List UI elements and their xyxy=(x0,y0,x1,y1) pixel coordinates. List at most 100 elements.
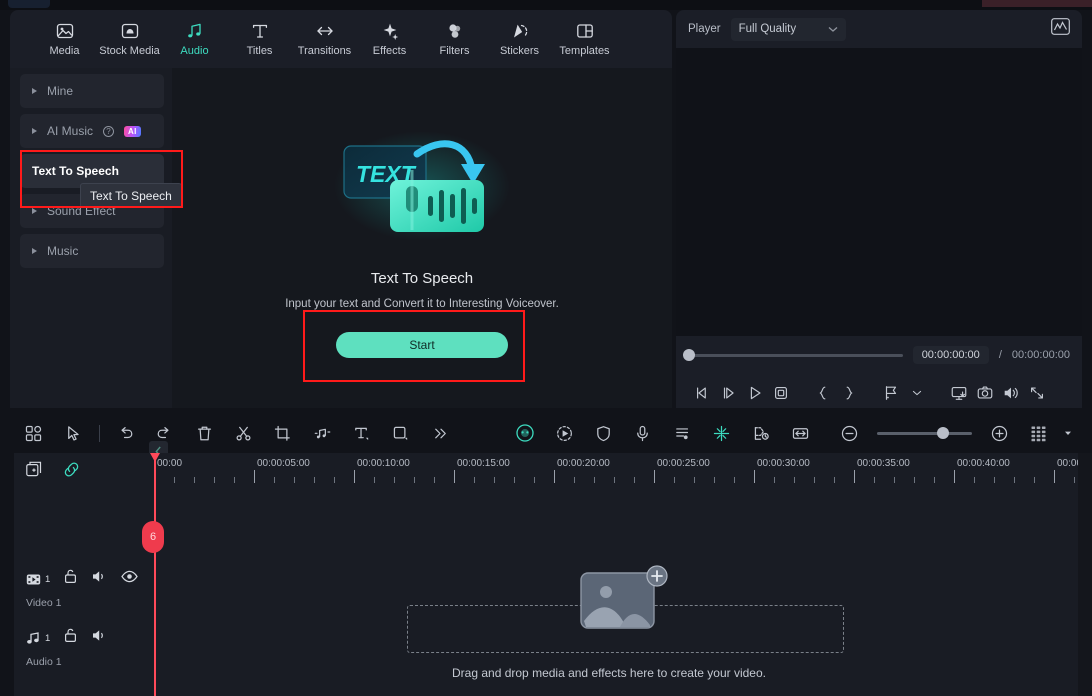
tab-transitions[interactable]: Transitions xyxy=(292,13,357,65)
timeline-zoom-handle[interactable] xyxy=(937,427,950,439)
ruler-minor-tick xyxy=(314,477,315,483)
tool-green-screen[interactable] xyxy=(702,418,741,448)
tool-text-tool[interactable] xyxy=(342,418,381,448)
preview-player-panel: Player Full Quality 00:00:00:00 / 00:00:… xyxy=(676,10,1082,408)
player-mark-in-button[interactable] xyxy=(810,381,836,405)
tool-more-chevrons[interactable] xyxy=(421,418,460,448)
tool-grid-layout[interactable] xyxy=(14,418,53,448)
eye-visible-icon[interactable] xyxy=(121,570,139,588)
lock-icon[interactable] xyxy=(64,569,77,589)
lock-icon[interactable] xyxy=(64,628,77,648)
titles-t-icon xyxy=(250,21,270,41)
ruler-label: 00:00:10:00 xyxy=(357,458,410,469)
player-stop-button[interactable] xyxy=(768,381,794,405)
link-chain-icon[interactable] xyxy=(63,461,80,483)
timeline-zoom-slider[interactable] xyxy=(877,427,972,439)
track-controls-video: 1 xyxy=(14,569,140,589)
player-prev-frame-button[interactable] xyxy=(690,381,716,405)
ruler-major-tick xyxy=(654,470,655,483)
window-right-nub xyxy=(982,0,1092,7)
tool-audio-detach[interactable] xyxy=(303,418,342,448)
tool-shape-tool[interactable] xyxy=(381,418,420,448)
filters-circles-icon xyxy=(445,21,465,41)
tool-delete-trash[interactable] xyxy=(184,418,223,448)
tool-split-scissors[interactable] xyxy=(224,418,263,448)
ruler-major-tick xyxy=(954,470,955,483)
player-marker-add-button[interactable] xyxy=(878,381,904,405)
stickers-icon xyxy=(510,21,530,41)
sidebar-item-mine[interactable]: Mine xyxy=(20,74,164,108)
marker-panel-button[interactable] xyxy=(1019,418,1058,448)
ruler-major-tick xyxy=(354,470,355,483)
tab-stock-media[interactable]: Stock Media xyxy=(97,13,162,65)
player-next-frame-button[interactable] xyxy=(716,381,742,405)
tool-speed-ramp[interactable] xyxy=(741,418,780,448)
tool-selection-cursor[interactable] xyxy=(53,418,92,448)
tab-filters[interactable]: Filters xyxy=(422,13,487,65)
ruler-label: 00:00:05:00 xyxy=(257,458,310,469)
ruler-minor-tick xyxy=(294,477,295,483)
tool-audio-mixer[interactable] xyxy=(663,418,702,448)
current-timecode[interactable]: 00:00:00:00 xyxy=(912,346,989,364)
tab-stickers[interactable]: Stickers xyxy=(487,13,552,65)
ruler-minor-tick xyxy=(394,477,395,483)
mute-speaker-icon[interactable] xyxy=(91,628,107,648)
player-snapshot-camera-button[interactable] xyxy=(972,381,998,405)
tool-fit-to-screen[interactable] xyxy=(781,418,820,448)
player-mark-out-button[interactable] xyxy=(836,381,862,405)
library-sidebar: Mine AI Music ? AI Text To Speech Sound … xyxy=(10,68,172,461)
marker-panel-caret[interactable] xyxy=(1058,418,1078,448)
player-play-button[interactable] xyxy=(742,381,768,405)
promo-title: Text To Speech xyxy=(370,270,474,287)
player-chevron-down-button[interactable] xyxy=(904,381,930,405)
ruler-minor-tick xyxy=(614,477,615,483)
tab-titles[interactable]: Titles xyxy=(227,13,292,65)
waveform-scope-icon[interactable] xyxy=(1051,18,1070,40)
video-track-icon xyxy=(26,574,41,584)
timeline-zoom-in-button[interactable] xyxy=(980,418,1019,448)
video-preview-stage[interactable] xyxy=(676,48,1082,336)
timeline-head-tools xyxy=(14,453,140,491)
ruler-minor-tick xyxy=(874,477,875,483)
sidebar-item-ai-music[interactable]: AI Music ? AI xyxy=(20,114,164,148)
toolbar-divider xyxy=(98,424,100,442)
quality-select[interactable]: Full Quality xyxy=(730,17,846,41)
add-track-icon[interactable] xyxy=(26,461,43,483)
tool-redo[interactable] xyxy=(145,418,184,448)
tab-templates[interactable]: Templates xyxy=(552,13,617,65)
sidebar-item-music[interactable]: Music xyxy=(20,234,164,268)
player-seek-handle[interactable] xyxy=(683,349,695,361)
help-icon[interactable]: ? xyxy=(103,125,115,137)
player-header: Player Full Quality xyxy=(676,10,1082,48)
timeline-ruler[interactable]: 00:00 00:00:05:00 00:00:10:00 00:00:15:00 00… xyxy=(140,453,1078,491)
tool-color-match[interactable] xyxy=(505,418,544,448)
player-controls xyxy=(676,378,1082,408)
timeline-zoom-out-button[interactable] xyxy=(830,418,869,448)
tool-voice-record[interactable] xyxy=(623,418,662,448)
ruler-minor-tick xyxy=(434,477,435,483)
tab-audio[interactable]: Audio xyxy=(162,13,227,65)
image-placeholder-icon xyxy=(580,565,670,631)
timeline-right-edge xyxy=(1078,453,1092,696)
player-seek-slider[interactable] xyxy=(683,349,903,361)
track-number-audio: 1 xyxy=(45,632,51,644)
player-screenshot-monitor-button[interactable] xyxy=(946,381,972,405)
ruler-major-tick xyxy=(454,470,455,483)
timeline-panel: 00:00 00:00:05:00 00:00:10:00 00:00:15:00 00… xyxy=(14,453,1078,696)
media-icon xyxy=(55,21,75,41)
tool-motion-tracking[interactable] xyxy=(545,418,584,448)
timeline-playhead[interactable]: 6 xyxy=(142,453,164,696)
ruler-label: 00:00:15:00 xyxy=(457,458,510,469)
ruler-label: 00:00:40:00 xyxy=(957,458,1010,469)
sidebar-item-label: Mine xyxy=(47,84,74,98)
ruler-minor-tick xyxy=(834,477,835,483)
tool-mask-shield[interactable] xyxy=(584,418,623,448)
start-button[interactable]: Start xyxy=(336,332,508,358)
player-volume-button[interactable] xyxy=(998,381,1024,405)
tab-media[interactable]: Media xyxy=(32,13,97,65)
tab-effects[interactable]: Effects xyxy=(357,13,422,65)
tool-crop[interactable] xyxy=(263,418,302,448)
mute-speaker-icon[interactable] xyxy=(91,569,107,589)
player-fullscreen-button[interactable] xyxy=(1024,381,1050,405)
tool-undo[interactable] xyxy=(106,418,145,448)
